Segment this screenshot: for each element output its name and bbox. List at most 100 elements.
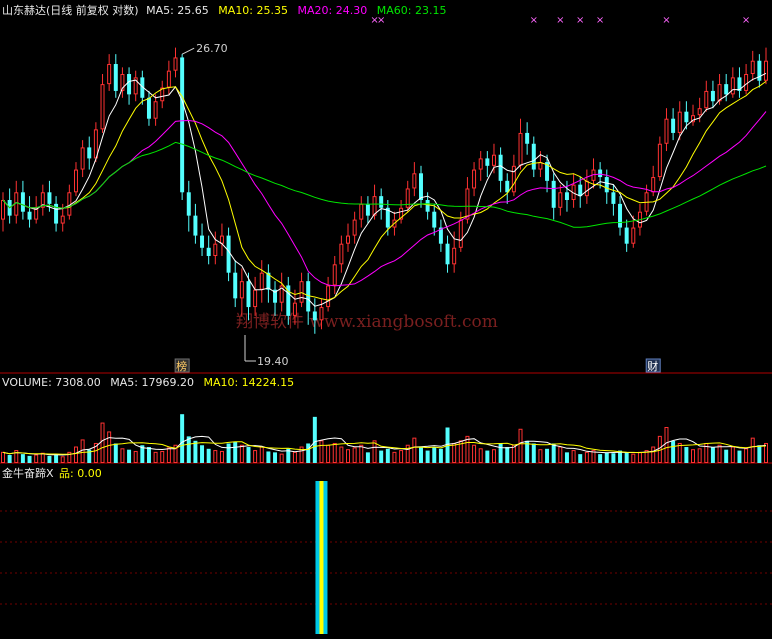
candle xyxy=(432,211,437,228)
candle xyxy=(465,188,470,220)
candle xyxy=(671,118,676,133)
volume-bar xyxy=(538,449,543,463)
candle xyxy=(531,143,536,170)
candle xyxy=(730,77,735,95)
volume-legend: VOLUME: 7308.00 xyxy=(2,376,101,389)
volume-bar xyxy=(518,428,523,463)
candle xyxy=(551,180,556,208)
candle xyxy=(226,235,231,273)
volume-bar xyxy=(7,455,12,463)
volume-bar xyxy=(737,450,742,463)
candle xyxy=(664,118,669,144)
candle xyxy=(219,235,224,244)
volume-bar xyxy=(73,446,78,463)
volume-bar xyxy=(186,436,191,463)
volume-bar xyxy=(253,450,258,464)
volume-bar xyxy=(730,446,735,463)
volume-bar xyxy=(279,453,284,463)
volume-bar xyxy=(677,442,682,464)
volume-bar xyxy=(472,444,477,463)
candle xyxy=(631,227,636,244)
tag-cai[interactable]: 财 xyxy=(645,358,661,373)
volume-bar xyxy=(637,451,642,464)
high-price-label: 26.70 xyxy=(196,42,228,55)
volume-bar xyxy=(107,431,112,463)
volume-bar xyxy=(166,447,171,464)
volume-bar xyxy=(399,450,404,464)
candle xyxy=(60,215,65,224)
candle xyxy=(584,180,589,197)
candle xyxy=(173,57,178,71)
volume-bar xyxy=(40,452,45,463)
volume-bar xyxy=(571,450,576,464)
ma20-line xyxy=(2,111,767,287)
candle xyxy=(372,196,377,216)
volume-bar xyxy=(113,443,118,463)
candle xyxy=(253,289,258,308)
candle xyxy=(246,281,251,308)
volume-bar xyxy=(511,444,516,463)
volume-bar xyxy=(20,454,25,463)
candle xyxy=(710,90,715,102)
volume-bar xyxy=(485,450,490,463)
volume-bar xyxy=(419,447,423,463)
candle xyxy=(604,177,609,193)
volume-bar xyxy=(127,449,132,463)
volume-bar xyxy=(697,448,702,463)
candle xyxy=(180,57,185,193)
volume-bar xyxy=(306,443,311,463)
volume-bar xyxy=(717,444,722,463)
volume-bar xyxy=(153,451,158,464)
svg-text:金牛奋蹄X 品: 0.00: 金牛奋蹄X 品: 0.00 xyxy=(2,466,102,480)
volume-bar xyxy=(193,440,198,463)
volume-bar xyxy=(133,450,138,463)
candle xyxy=(445,243,450,265)
volume-bar xyxy=(558,446,563,463)
candle xyxy=(717,84,722,102)
marker-x: × xyxy=(576,15,584,26)
volume-bar xyxy=(292,451,297,464)
candle xyxy=(724,84,729,95)
signal-layer xyxy=(315,481,328,634)
candle xyxy=(107,64,112,85)
volume-bar xyxy=(219,450,224,463)
candle xyxy=(518,132,523,166)
volume-bar xyxy=(684,447,689,463)
candle xyxy=(651,177,656,193)
volume-bar xyxy=(744,448,749,463)
indicator-name: 金牛奋蹄X xyxy=(2,466,54,480)
candle xyxy=(20,192,25,212)
candle xyxy=(485,158,490,166)
candle xyxy=(365,203,370,216)
volume-bar xyxy=(412,437,417,463)
candle xyxy=(598,169,603,178)
volume-bar xyxy=(352,447,357,464)
stock-title: 山东赫达(日线 前复权 对数) xyxy=(2,3,139,17)
candle xyxy=(564,192,569,201)
tag-bang[interactable]: 榜 xyxy=(174,358,190,373)
signal-bar-core xyxy=(319,481,324,634)
volume-bar xyxy=(604,452,609,463)
volume-bar xyxy=(200,445,205,463)
volume-bar xyxy=(432,447,437,463)
volume-bar xyxy=(226,443,231,463)
volume-bar xyxy=(757,445,762,463)
candle xyxy=(412,173,417,189)
high-annotation: 26.70 xyxy=(181,42,228,55)
volume-bar xyxy=(671,440,676,463)
candle xyxy=(326,285,331,308)
candle xyxy=(538,162,543,170)
candle xyxy=(684,111,689,123)
volume-bar xyxy=(385,448,390,463)
volume-bar xyxy=(206,448,211,463)
stock-chart[interactable]: 翔博软件 www.xiangbosoft.com ×× × × × × × × 26.70 … xyxy=(0,0,772,639)
volume-bar xyxy=(273,452,278,463)
volume-bar xyxy=(452,442,457,464)
candle xyxy=(677,111,682,133)
candle xyxy=(292,302,297,316)
volume-bar xyxy=(47,455,52,463)
candle xyxy=(73,169,78,193)
volume-bar xyxy=(146,447,151,463)
candle xyxy=(472,169,477,189)
candle xyxy=(704,90,709,109)
